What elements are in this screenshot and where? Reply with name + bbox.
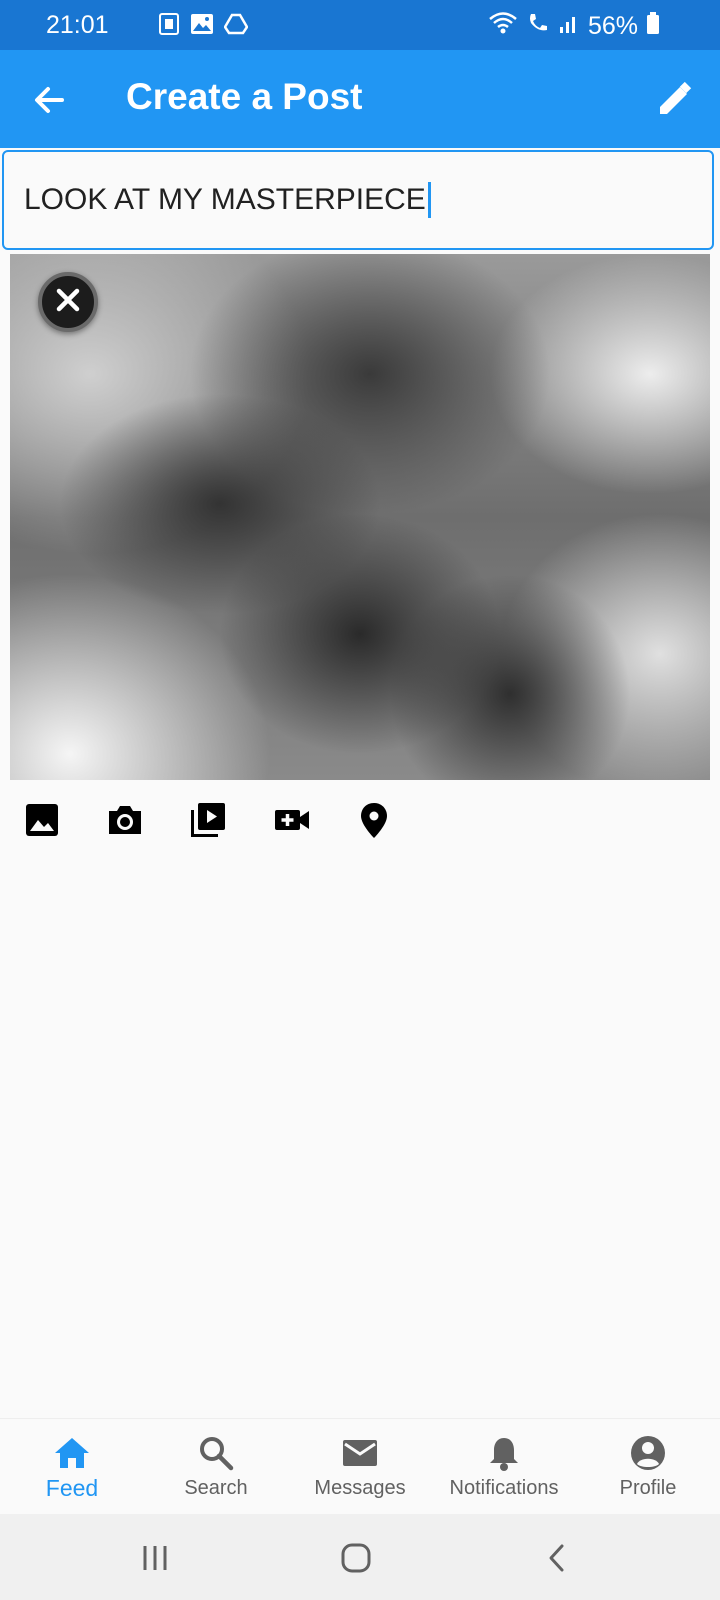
status-bar: 21:01 56% bbox=[0, 0, 720, 50]
video-library-icon bbox=[188, 803, 228, 844]
system-back-button[interactable] bbox=[535, 1536, 579, 1580]
text-caret bbox=[427, 182, 431, 218]
system-navigation-bar bbox=[0, 1514, 720, 1600]
home-icon bbox=[52, 1433, 92, 1473]
nav-item-feed[interactable]: Feed bbox=[0, 1419, 144, 1515]
call-icon bbox=[526, 11, 550, 42]
account-icon bbox=[628, 1433, 668, 1473]
nav-label-feed: Feed bbox=[45, 1475, 99, 1501]
drive-icon bbox=[223, 13, 249, 42]
post-text: LOOK AT MY MASTERPIECE bbox=[24, 183, 426, 216]
gallery-icon bbox=[22, 804, 62, 844]
status-time: 21:01 bbox=[46, 11, 109, 39]
nav-label-search: Search bbox=[184, 1477, 248, 1499]
nav-label-messages: Messages bbox=[314, 1477, 406, 1499]
signal-icon bbox=[558, 12, 580, 41]
record-video-button[interactable] bbox=[272, 800, 312, 840]
bell-icon bbox=[484, 1433, 524, 1473]
attachment-toolbar bbox=[0, 800, 720, 846]
mail-icon bbox=[340, 1433, 380, 1473]
add-video-button[interactable] bbox=[188, 800, 228, 840]
close-icon bbox=[54, 286, 82, 319]
battery-percent: 56% bbox=[587, 12, 638, 40]
recent-apps-icon bbox=[133, 1546, 177, 1584]
search-icon bbox=[196, 1433, 236, 1473]
page-title: Create a Post bbox=[126, 76, 363, 117]
bottom-navigation: Feed Search Messages Notifications Profi… bbox=[0, 1418, 720, 1515]
take-photo-button[interactable] bbox=[105, 800, 145, 840]
gallery-icon bbox=[190, 13, 214, 42]
camera-icon bbox=[105, 806, 145, 844]
recent-apps-button[interactable] bbox=[133, 1536, 177, 1580]
nav-item-messages[interactable]: Messages bbox=[288, 1419, 432, 1515]
sim-card-icon bbox=[158, 12, 180, 43]
status-left-icons bbox=[158, 12, 249, 43]
nav-label-notifications: Notifications bbox=[449, 1477, 559, 1499]
post-text-field[interactable]: LOOK AT MY MASTERPIECE bbox=[2, 150, 714, 250]
add-gallery-button[interactable] bbox=[22, 800, 62, 840]
chevron-left-icon bbox=[535, 1544, 579, 1584]
arrow-back-icon bbox=[30, 87, 70, 124]
status-right-icons: 56% bbox=[488, 11, 660, 42]
battery-icon bbox=[646, 11, 660, 42]
add-location-button[interactable] bbox=[354, 800, 394, 840]
post-text-value[interactable]: LOOK AT MY MASTERPIECE bbox=[24, 182, 431, 218]
home-circle-icon bbox=[334, 1543, 378, 1584]
remove-image-button[interactable] bbox=[38, 272, 98, 332]
attached-image-preview bbox=[10, 254, 710, 780]
location-icon bbox=[354, 803, 394, 844]
edit-icon bbox=[654, 81, 694, 124]
back-button[interactable] bbox=[30, 80, 70, 120]
app-bar: Create a Post bbox=[0, 50, 720, 148]
edit-button[interactable] bbox=[654, 80, 694, 120]
nav-item-search[interactable]: Search bbox=[144, 1419, 288, 1515]
home-button[interactable] bbox=[334, 1536, 378, 1580]
video-camera-add-icon bbox=[272, 810, 312, 844]
nav-item-profile[interactable]: Profile bbox=[576, 1419, 720, 1515]
wifi-icon bbox=[488, 11, 518, 42]
nav-item-notifications[interactable]: Notifications bbox=[432, 1419, 576, 1515]
nav-label-profile: Profile bbox=[619, 1477, 677, 1499]
